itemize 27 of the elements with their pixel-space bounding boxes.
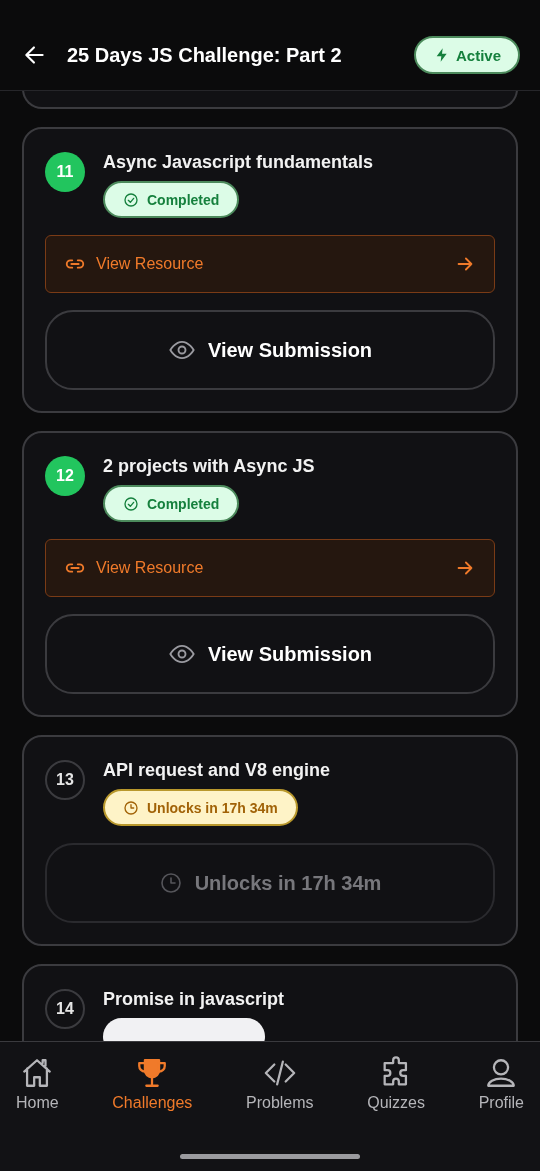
nav-tab[interactable]: Problems [242, 1056, 318, 1112]
view-resource-button[interactable]: View Resource [45, 539, 495, 597]
nav-tab[interactable]: Challenges [108, 1056, 197, 1112]
screen-title: 25 Days JS Challenge: Part 2 [67, 43, 343, 67]
locked-button[interactable]: Unlocks in 17h 34m [45, 843, 495, 923]
clock-icon [123, 799, 139, 816]
view-submission-button[interactable]: View Submission [45, 614, 495, 694]
view-submission-button[interactable]: View Submission [45, 310, 495, 390]
task-title: Async Javascript fundamentals [103, 151, 374, 173]
day-number: 14 [45, 989, 85, 1029]
task-title: Promise in javascript [103, 988, 285, 1010]
check-circle-icon [123, 495, 139, 512]
completed-badge: Completed [103, 485, 240, 522]
task-title: API request and V8 engine [103, 759, 331, 781]
nav-tab[interactable]: Profile [474, 1056, 528, 1112]
nav-tab[interactable]: Home [12, 1056, 63, 1112]
clock-icon [158, 871, 183, 895]
check-circle-icon [123, 191, 139, 208]
task-title: 2 projects with Async JS [103, 455, 315, 477]
day-number: 12 [45, 456, 85, 496]
status-badge: Active [413, 36, 520, 74]
completed-badge: Completed [103, 181, 240, 218]
nav-tab[interactable]: Quizzes [363, 1056, 429, 1112]
day-number: 13 [45, 760, 85, 800]
unlock-time-badge: Unlocks in 17h 34m [103, 789, 298, 826]
view-resource-button[interactable]: View Resource [45, 235, 495, 293]
day-number: 11 [45, 152, 85, 192]
